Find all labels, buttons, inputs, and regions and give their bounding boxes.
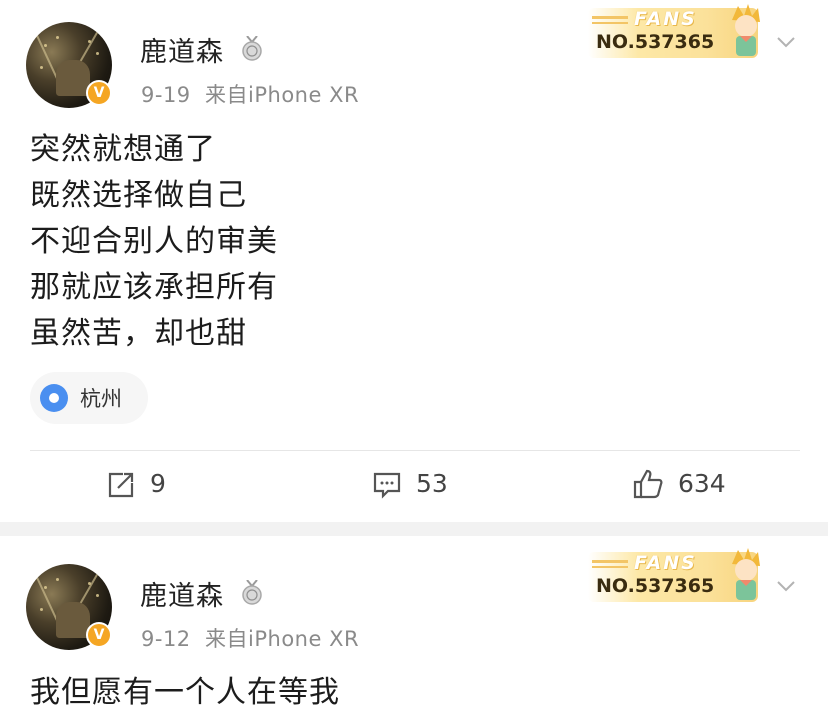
location-tag[interactable]: 杭州	[30, 372, 148, 424]
thumbs-up-icon	[633, 469, 663, 499]
location-label: 杭州	[80, 387, 122, 411]
username[interactable]: 鹿道森	[140, 574, 224, 613]
fans-badge-number: NO.537365	[596, 575, 715, 597]
post-source: 来自iPhone XR	[205, 83, 360, 107]
repost-button[interactable]: 9	[106, 466, 196, 506]
fans-badge[interactable]: FANS NO.537365	[574, 546, 774, 608]
post-separator	[0, 522, 828, 536]
chevron-down-icon[interactable]	[776, 576, 796, 596]
content-line: 既然选择做自己	[30, 178, 247, 213]
post-date: 9-19	[141, 83, 191, 107]
post-date: 9-12	[141, 627, 191, 651]
comment-count: 53	[416, 469, 448, 498]
fans-badge-label: FANS	[634, 552, 697, 574]
verified-v-icon: V	[86, 80, 112, 106]
post-content: 我但愿有一个人在等我	[30, 670, 340, 716]
post-content: 突然就想通了 既然选择做自己 不迎合别人的审美 那就应该承担所有 虽然苦，却也甜	[30, 127, 278, 357]
like-button[interactable]: 634	[632, 466, 742, 506]
post-meta: 9-19 来自iPhone XR	[141, 79, 359, 109]
fans-badge-label: FANS	[634, 8, 697, 30]
comment-icon	[373, 472, 401, 499]
repost-icon	[108, 472, 134, 498]
weibo-post[interactable]: V 鹿道森 9-19 来自iPhone XR FANS NO.537365 突然…	[0, 0, 828, 522]
fans-badge[interactable]: FANS NO.537365	[574, 2, 774, 64]
little-prince-icon	[732, 4, 760, 56]
chevron-down-icon[interactable]	[776, 32, 796, 52]
medal-icon[interactable]	[241, 580, 263, 606]
comment-button[interactable]: 53	[372, 466, 482, 506]
content-line: 突然就想通了	[30, 132, 216, 167]
little-prince-icon	[732, 548, 760, 600]
username[interactable]: 鹿道森	[140, 30, 224, 69]
post-meta: 9-12 来自iPhone XR	[141, 623, 359, 653]
like-count: 634	[678, 469, 726, 498]
fans-badge-number: NO.537365	[596, 31, 715, 53]
content-line: 不迎合别人的审美	[30, 224, 278, 259]
verified-v-icon: V	[86, 622, 112, 648]
divider	[30, 450, 800, 451]
medal-icon[interactable]	[241, 36, 263, 62]
content-line: 那就应该承担所有	[30, 270, 278, 305]
content-line: 虽然苦，却也甜	[30, 316, 247, 351]
content-line: 我但愿有一个人在等我	[30, 675, 340, 710]
post-source: 来自iPhone XR	[205, 627, 360, 651]
location-pin-icon	[40, 384, 68, 412]
repost-count: 9	[150, 469, 166, 498]
weibo-post[interactable]: V 鹿道森 9-12 来自iPhone XR FANS NO.537365 我但…	[0, 536, 828, 726]
